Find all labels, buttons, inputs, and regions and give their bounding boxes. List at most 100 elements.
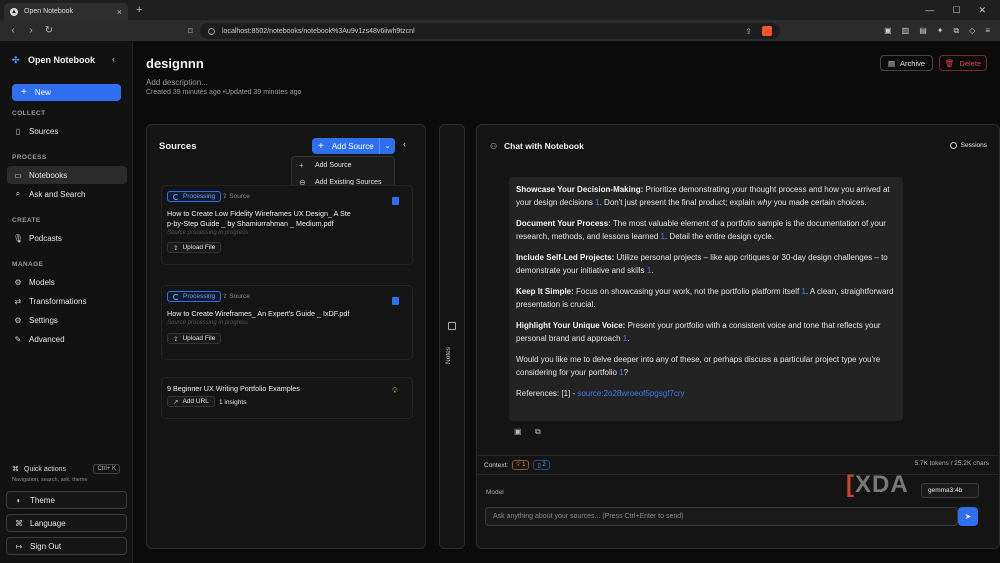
- sidebar-item-settings[interactable]: ⚙ Settings: [7, 311, 127, 329]
- model-select[interactable]: gemma3:4b: [921, 483, 979, 498]
- search-icon: ⌕: [15, 189, 21, 198]
- collapse-sidebar-icon[interactable]: ‹: [112, 54, 115, 64]
- sidebar-toggle-icon[interactable]: ▥: [902, 26, 910, 36]
- divider: [477, 455, 1000, 456]
- collapse-sources-icon[interactable]: ‹: [403, 139, 406, 149]
- new-tab-icon[interactable]: +: [136, 4, 142, 16]
- share-icon[interactable]: ⇪: [745, 27, 752, 36]
- notes-label: Notes: [445, 347, 452, 364]
- forward-icon[interactable]: ›: [26, 25, 36, 36]
- reference-link[interactable]: source:2o28wroeof5pgsgf7cry: [577, 389, 684, 398]
- upload-file-label: Upload File: [182, 244, 216, 251]
- chat-input[interactable]: Ask anything about your sources... (Pres…: [485, 507, 958, 526]
- add-source-label: Add Source: [331, 141, 374, 151]
- delete-button[interactable]: 🗑︎ Delete: [939, 55, 987, 71]
- ai-icon[interactable]: ✦: [937, 26, 944, 36]
- bookmark-icon[interactable]: ⌑: [188, 26, 193, 37]
- close-window-icon[interactable]: ✕: [978, 5, 986, 16]
- context-sources-badge[interactable]: ▯ 2: [533, 460, 550, 470]
- source-card[interactable]: 9 Beginner UX Writing Portfolio Examples…: [161, 377, 413, 419]
- insights-count: 1 insights: [219, 399, 247, 406]
- pdf-icon: [392, 197, 399, 205]
- sessions-button[interactable]: Sessions: [949, 142, 987, 149]
- sidebar-item-label: Models: [29, 277, 55, 287]
- message-paragraph: Keep It Simple: Focus on showcasing your…: [516, 286, 896, 311]
- plus-icon: +: [299, 161, 304, 170]
- sidebar-item-podcasts[interactable]: 🎙︎ Podcasts: [7, 229, 127, 247]
- save-note-icon[interactable]: ▣: [514, 427, 522, 436]
- signout-button[interactable]: ↦ Sign Out: [6, 537, 127, 555]
- theme-label: Theme: [30, 495, 55, 505]
- paragraph-heading: Highlight Your Unique Voice:: [516, 321, 626, 330]
- upload-file-button[interactable]: ⇪ Upload File: [167, 333, 222, 344]
- sidebar-item-ask[interactable]: ⌕ Ask and Search: [7, 185, 127, 203]
- browser-tab-bar: ▲ Open Notebook × + — ☐ ✕: [0, 0, 1000, 20]
- minimize-icon[interactable]: —: [925, 5, 934, 16]
- link-icon: ↗: [173, 398, 179, 406]
- sidebar-item-advanced[interactable]: ✎ Advanced: [7, 330, 127, 348]
- reload-icon[interactable]: ↻: [44, 25, 54, 36]
- menu-item-add-source[interactable]: + Add Source: [292, 157, 394, 174]
- section-manage: MANAGE: [12, 261, 44, 268]
- logout-icon: ↦: [15, 541, 23, 551]
- quick-actions[interactable]: ⌘ Quick actions Ctrl+ K: [12, 464, 120, 474]
- vpn-icon[interactable]: ◇: [969, 26, 975, 36]
- menu-item-label: Add Source: [315, 162, 352, 169]
- maximize-icon[interactable]: ☐: [952, 5, 960, 16]
- spinner-icon: [173, 193, 179, 200]
- paragraph-emphasis: why: [757, 197, 772, 207]
- notes-panel-collapsed[interactable]: Notes: [439, 124, 465, 549]
- upload-icon: ⇪: [173, 244, 179, 252]
- copy-icon[interactable]: ⧉: [535, 427, 541, 437]
- sources-panel: Sources + Add Source ⌄ ‹ + Add Source ⊖ …: [146, 124, 426, 549]
- theme-button[interactable]: ◐ Theme: [6, 491, 127, 509]
- browser-tab[interactable]: ▲ Open Notebook ×: [4, 3, 128, 20]
- brand: ✣ Open Notebook: [12, 55, 95, 65]
- notes-icon: [448, 322, 456, 330]
- extensions-icon[interactable]: ⧉: [953, 26, 959, 36]
- source-progress: Source processing in progress: [167, 230, 249, 236]
- source-card[interactable]: Processing ⇪ Source How to Create Wirefr…: [161, 285, 413, 360]
- sidebar-item-sources[interactable]: ▯ Sources: [7, 122, 127, 140]
- bot-icon: ⚙: [14, 277, 22, 287]
- delete-label: Delete: [959, 58, 982, 68]
- notebook-title[interactable]: designnn: [146, 56, 204, 71]
- url-field[interactable]: ⌑ localhost:8502/notebooks/notebook%3Au9…: [188, 23, 780, 39]
- message-paragraph: Showcase Your Decision-Making: Prioritiz…: [516, 184, 896, 209]
- chat-title: Chat with Notebook: [504, 141, 584, 151]
- status-label: Processing: [183, 293, 216, 300]
- paragraph-heading: Showcase Your Decision-Making:: [516, 185, 644, 194]
- add-url-button[interactable]: ↗ Add URL: [167, 396, 215, 407]
- message-paragraph: Would you like me to delve deeper into a…: [516, 354, 896, 379]
- add-source-button[interactable]: + Add Source ⌄: [312, 138, 395, 154]
- upload-file-button[interactable]: ⇪ Upload File: [167, 242, 222, 253]
- xda-bracket: [: [846, 471, 855, 498]
- paragraph-text: .: [627, 333, 630, 343]
- sidebar-item-notebooks[interactable]: ▭ Notebooks: [7, 166, 127, 184]
- sidebar-item-transformations[interactable]: ⇄ Transformations: [7, 292, 127, 310]
- plus-icon: +: [318, 140, 324, 152]
- menu-icon[interactable]: ≡: [985, 26, 990, 36]
- signout-label: Sign Out: [30, 541, 62, 551]
- microphone-icon: 🎙︎: [13, 233, 24, 243]
- reader-icon[interactable]: ▤: [919, 26, 927, 36]
- send-button[interactable]: ➤: [958, 507, 978, 526]
- archive-button[interactable]: ▤ Archive: [880, 55, 933, 71]
- sidebar-item-models[interactable]: ⚙ Models: [7, 273, 127, 291]
- chevron-down-icon[interactable]: ⌄: [379, 138, 395, 154]
- quick-actions-label: Quick actions: [24, 465, 67, 473]
- site-info-icon[interactable]: [208, 27, 215, 35]
- source-card[interactable]: Processing ⇪ Source How to Create Low Fi…: [161, 185, 413, 265]
- new-button[interactable]: + New: [12, 84, 121, 101]
- wallet-icon[interactable]: ▣: [884, 26, 892, 36]
- theme-icon: ◐: [16, 495, 22, 505]
- context-insights-badge[interactable]: 💡︎ 1: [512, 460, 530, 470]
- language-button[interactable]: ⌘ Language: [6, 514, 127, 532]
- notebook-description[interactable]: Add description...: [146, 78, 208, 87]
- close-tab-icon[interactable]: ×: [117, 7, 122, 17]
- section-create: CREATE: [12, 217, 41, 224]
- paragraph-text: . Detail the entire design cycle.: [664, 231, 774, 241]
- context-indicator: Context: 💡︎ 1 ▯ 2: [484, 460, 550, 470]
- back-icon[interactable]: ‹: [8, 25, 18, 36]
- brave-shield-icon[interactable]: [762, 26, 772, 36]
